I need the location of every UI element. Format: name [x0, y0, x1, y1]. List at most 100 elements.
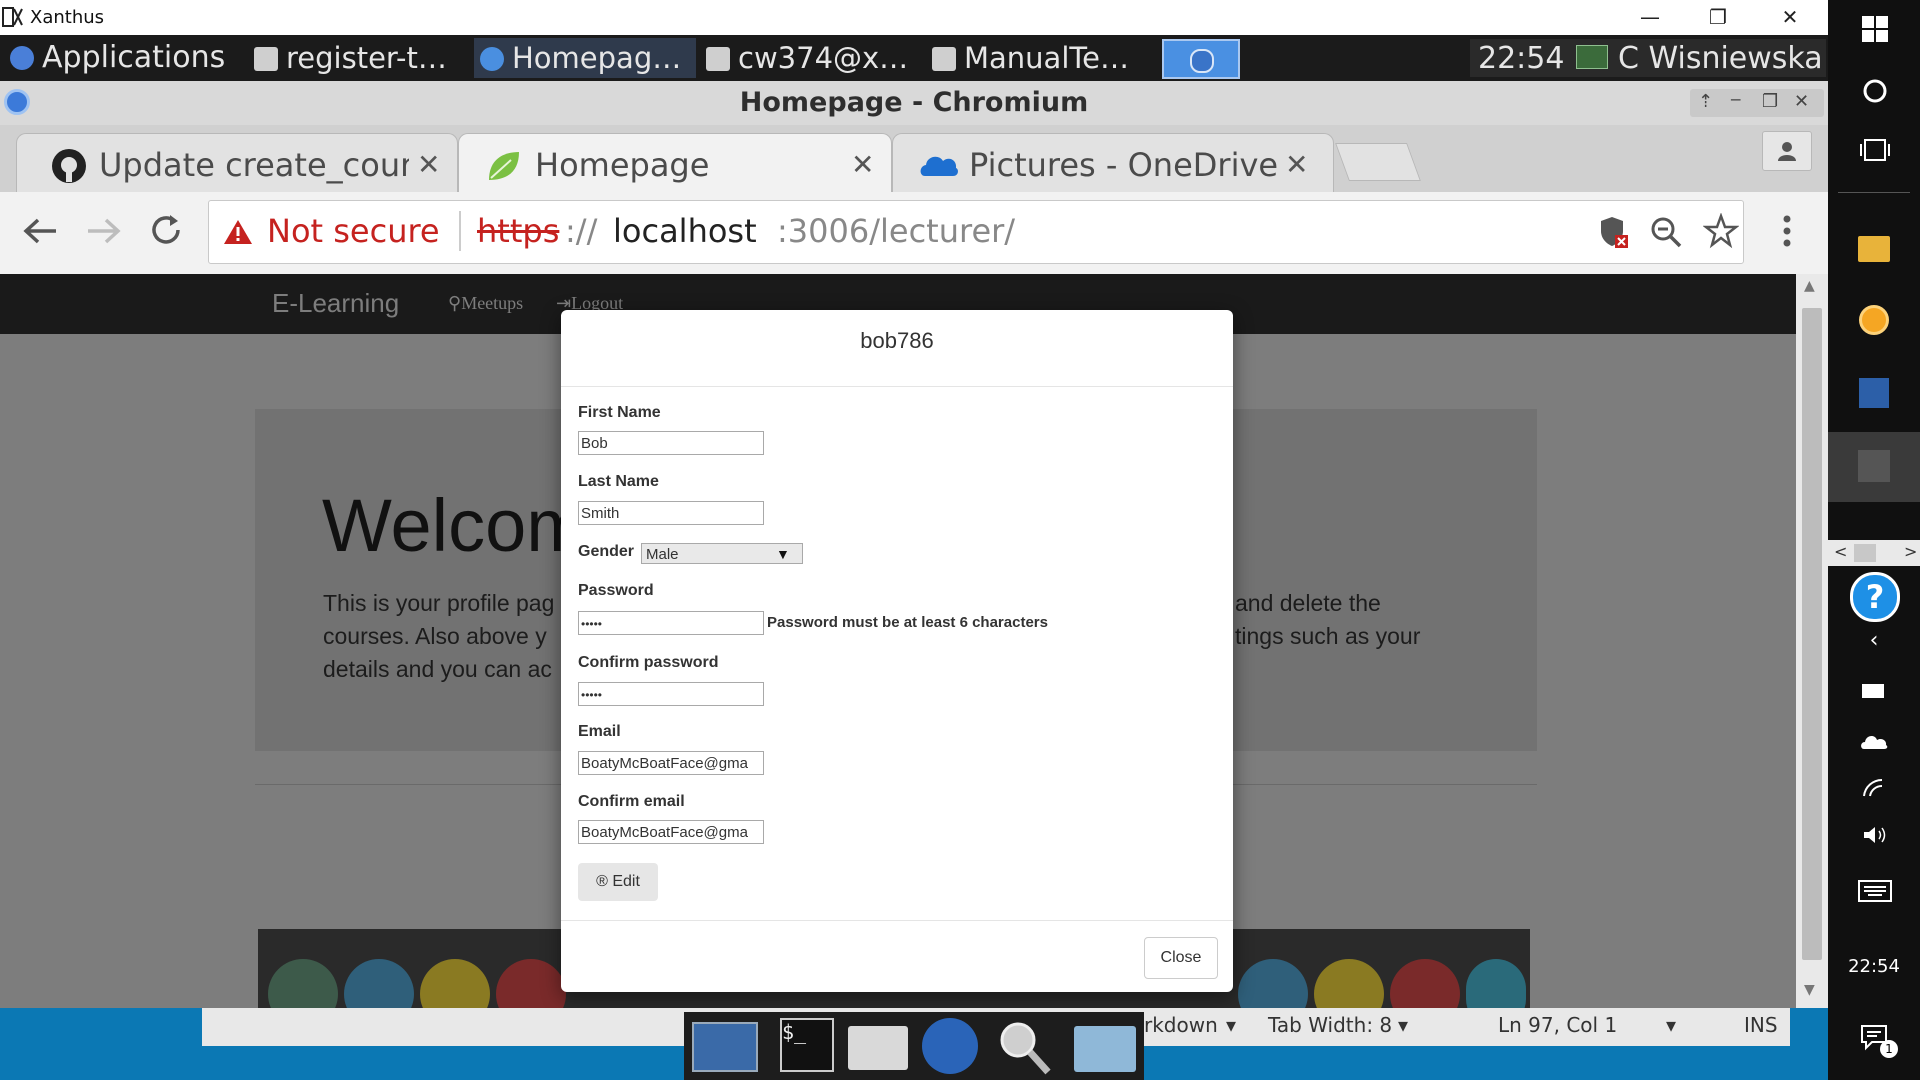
registered-icon: ® [596, 873, 608, 890]
collapse-chevron-icon[interactable]: ‹ [1828, 628, 1920, 653]
menu-dots-icon[interactable] [1782, 214, 1792, 248]
keyboard-icon[interactable] [1858, 880, 1892, 902]
nav-meetups[interactable]: ⚲Meetups [448, 293, 523, 314]
profile-button[interactable] [1762, 131, 1812, 171]
tab-strip: Update create_cours ✕ Homepage ✕ Picture… [0, 125, 1828, 193]
workspace-switcher[interactable] [1162, 39, 1240, 79]
shade-icon[interactable]: ⇡ [1698, 91, 1713, 112]
web-browser-icon[interactable] [922, 1018, 978, 1074]
task-register[interactable]: register-t… [248, 38, 470, 78]
omnibox[interactable]: Not secure https :// localhost :3006/lec… [208, 200, 1744, 264]
tab-close-icon[interactable]: ✕ [851, 148, 874, 181]
password-input[interactable]: ••••• [578, 611, 764, 635]
forward-arrow-icon[interactable] [86, 216, 122, 246]
task-label: Homepag… [512, 41, 682, 75]
applications-label: Applications [42, 40, 226, 75]
email-input[interactable]: BoatyMcBoatFace@gma [578, 751, 764, 775]
scroll-up-icon[interactable]: ▲ [1804, 278, 1815, 294]
modal-footer-divider [561, 920, 1233, 921]
winbar-clock[interactable]: 22:54 [1828, 956, 1920, 977]
winbar-divider [1838, 192, 1910, 193]
chromium-mini-icon [1190, 49, 1214, 73]
onedrive-tray-icon[interactable] [1860, 732, 1888, 750]
new-tab-button[interactable] [1335, 143, 1421, 181]
search-icon[interactable] [996, 1018, 1052, 1076]
file-explorer-icon[interactable] [1858, 236, 1890, 262]
scroll-left-icon[interactable]: < [1834, 542, 1847, 561]
avatar [1238, 959, 1308, 1008]
panel-user[interactable]: C Wisniewska [1618, 41, 1823, 76]
reload-icon[interactable] [148, 212, 184, 248]
cursor-position: Ln 97, Col 1 [1498, 1013, 1618, 1037]
page-scrollbar[interactable]: ▲ ▼ [1796, 274, 1828, 1008]
gender-select[interactable]: Male ▼ [641, 543, 803, 564]
nav-meetups-label: Meetups [461, 293, 524, 313]
minimize-button[interactable]: — [1616, 0, 1684, 35]
tab-github[interactable]: Update create_cours ✕ [16, 133, 458, 193]
avatar [1466, 959, 1526, 1008]
last-name-input[interactable]: Smith [578, 501, 764, 525]
blocked-shield-icon[interactable] [1599, 215, 1629, 249]
maximize-icon[interactable]: ❐ [1762, 91, 1778, 112]
back-arrow-icon[interactable] [22, 216, 58, 246]
active-app-tile[interactable] [1828, 432, 1920, 502]
tab-width-chevron-icon[interactable]: ▾ [1398, 1013, 1408, 1037]
minimize-icon[interactable]: ‒ [1730, 89, 1741, 110]
desktop-icon[interactable] [692, 1022, 758, 1072]
winbar-scroll-thumb[interactable] [1854, 544, 1876, 562]
xanthus-app-icon[interactable] [1859, 378, 1889, 408]
close-window-button[interactable]: ✕ [1756, 0, 1824, 35]
home-folder-icon[interactable] [848, 1026, 908, 1070]
warning-triangle-icon[interactable] [223, 218, 253, 246]
restore-button[interactable]: ❐ [1684, 0, 1752, 35]
close-button[interactable]: Close [1144, 937, 1218, 979]
browser-toolbar: Not secure https :// localhost :3006/lec… [0, 192, 1828, 275]
tab-width[interactable]: Tab Width: 8 [1268, 1013, 1392, 1037]
applications-menu[interactable]: Applications [4, 38, 240, 78]
zoom-out-icon[interactable] [1649, 215, 1683, 249]
confirm-email-input[interactable]: BoatyMcBoatFace@gma [578, 820, 764, 844]
task-homepage[interactable]: Homepag… [474, 38, 696, 78]
chromium-icon [480, 47, 504, 71]
gender-value: Male [646, 546, 679, 563]
winbar-scroller[interactable]: < > [1828, 540, 1920, 566]
bookmark-star-icon[interactable] [1703, 213, 1739, 249]
confirm-email-label: Confirm email [578, 793, 685, 810]
task-label: ManualTe… [964, 41, 1130, 75]
task-manual[interactable]: ManualTe… [926, 38, 1148, 78]
tab-label: Pictures - OneDrive [969, 146, 1279, 184]
help-icon[interactable]: ? [1850, 572, 1900, 622]
scroll-thumb[interactable] [1802, 308, 1822, 960]
tab-homepage[interactable]: Homepage ✕ [458, 133, 892, 193]
cortana-circle-icon[interactable] [1862, 78, 1888, 104]
intro-right: and delete the tings such as your [1235, 587, 1420, 653]
language-mode[interactable]: rkdown [1144, 1013, 1218, 1037]
chrome-canary-icon[interactable] [1859, 305, 1889, 335]
file-manager-icon[interactable] [1074, 1026, 1136, 1072]
not-secure-label[interactable]: Not secure [267, 212, 440, 250]
intro-line: and delete the [1235, 590, 1381, 616]
intro-line: This is your profile pag [323, 590, 555, 616]
edit-button[interactable]: ® Edit [578, 863, 658, 901]
github-icon [52, 149, 86, 183]
scroll-right-icon[interactable]: > [1904, 542, 1917, 561]
battery-icon[interactable] [1862, 684, 1884, 698]
task-view-icon[interactable] [1860, 138, 1890, 162]
close-icon[interactable]: ✕ [1794, 91, 1809, 112]
confirm-password-input[interactable]: ••••• [578, 682, 764, 706]
tab-close-icon[interactable]: ✕ [1285, 148, 1308, 181]
first-name-input[interactable]: Bob [578, 431, 764, 455]
tab-onedrive[interactable]: Pictures - OneDrive ✕ [892, 133, 1334, 193]
volume-icon[interactable] [1862, 824, 1888, 846]
windows-start-icon[interactable] [1862, 16, 1888, 42]
windows-side-taskbar: < > ? ‹ 22:54 1 [1828, 0, 1920, 1080]
chromium-window-controls: ⇡ ‒ ❐ ✕ [1690, 89, 1824, 117]
language-chevron-icon[interactable]: ▾ [1226, 1013, 1236, 1037]
wifi-icon[interactable] [1862, 778, 1886, 798]
brand-link[interactable]: E-Learning [272, 288, 399, 319]
position-chevron-icon[interactable]: ▾ [1666, 1013, 1676, 1037]
terminal-dock-icon[interactable]: $_ [780, 1018, 834, 1072]
scroll-down-icon[interactable]: ▼ [1804, 982, 1815, 998]
task-terminal[interactable]: cw374@x… [700, 38, 922, 78]
tab-close-icon[interactable]: ✕ [417, 148, 440, 181]
